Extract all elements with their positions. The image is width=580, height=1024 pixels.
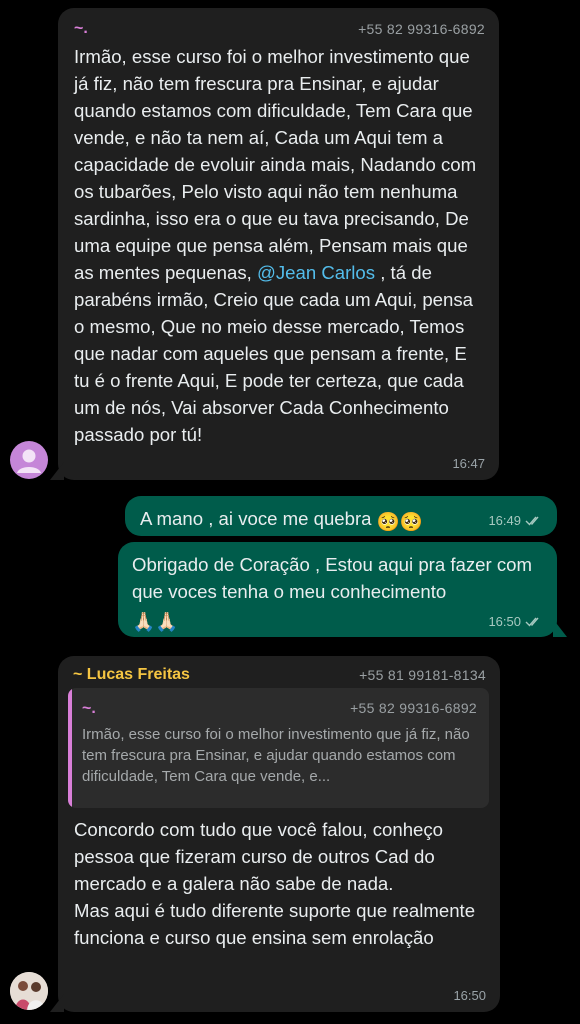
sender-name[interactable]: ~ Lucas Freitas xyxy=(73,666,190,684)
quote-sender-phone: +55 82 99316-6892 xyxy=(350,700,477,716)
message-bubble-outgoing[interactable]: A mano , ai voce me quebra 🥺🥺 16:49 xyxy=(125,496,557,536)
sender-name[interactable]: ~. xyxy=(74,20,88,38)
double-check-icon xyxy=(525,617,539,627)
quote-accent-bar xyxy=(68,688,72,808)
mention-link[interactable]: @Jean Carlos xyxy=(257,262,375,283)
message-text-part: A mano , ai voce me quebra xyxy=(140,508,372,529)
message-text: Irmão, esse curso foi o melhor investime… xyxy=(74,43,485,448)
quote-text: Irmão, esse curso foi o melhor investime… xyxy=(82,726,470,785)
double-check-icon xyxy=(525,516,539,526)
message-text-part: Irmão, esse curso foi o melhor investime… xyxy=(74,46,482,283)
message-bubble-outgoing[interactable]: Obrigado de Coração , Estou aqui pra faz… xyxy=(118,542,557,637)
avatar[interactable] xyxy=(10,441,48,479)
message-text-part: Obrigado de Coração , Estou aqui pra faz… xyxy=(132,554,538,602)
person-icon xyxy=(17,449,41,473)
message-meta: 16:50 xyxy=(453,988,486,1003)
praying-hands-emoji-icon: 🙏🏻🙏🏻 xyxy=(132,611,179,632)
quote-sender-name: ~. xyxy=(82,700,96,717)
message-time: 16:50 xyxy=(453,988,486,1003)
message-sender-row: ~ Lucas Freitas +55 81 99181-8134 xyxy=(73,664,486,686)
bubble-tail xyxy=(50,462,64,480)
quote-header: ~. +55 82 99316-6892 xyxy=(82,700,477,718)
message-bubble-incoming[interactable]: ~ Lucas Freitas +55 81 99181-8134 ~. +55… xyxy=(58,656,500,1012)
message-time: 16:49 xyxy=(488,513,521,528)
message-time: 16:47 xyxy=(452,456,485,471)
message-text-part: , tá de parabéns irmão, Creio que cada u… xyxy=(74,262,479,445)
quoted-message[interactable]: ~. +55 82 99316-6892 Irmão, esse curso f… xyxy=(68,688,489,808)
message-text: Obrigado de Coração , Estou aqui pra faz… xyxy=(132,551,543,635)
message-sender-row: ~. +55 82 99316-6892 xyxy=(74,18,485,40)
avatar[interactable] xyxy=(10,972,48,1010)
bubble-tail xyxy=(553,619,567,637)
message-text: Concordo com tudo que você falou, conheç… xyxy=(74,819,476,948)
sender-phone: +55 82 99316-6892 xyxy=(358,21,485,37)
message-meta: 16:50 xyxy=(488,614,543,629)
bubble-tail xyxy=(50,994,64,1012)
message-bubble-incoming[interactable]: ~. +55 82 99316-6892 Irmão, esse curso f… xyxy=(58,8,499,480)
message-text: A mano , ai voce me quebra 🥺🥺 xyxy=(140,505,543,535)
pleading-face-emoji-icon: 🥺🥺 xyxy=(376,511,424,532)
sender-phone: +55 81 99181-8134 xyxy=(359,667,486,683)
profile-photo-icon xyxy=(10,972,48,1010)
message-meta: 16:47 xyxy=(452,456,485,471)
message-meta: 16:49 xyxy=(488,513,543,528)
message-time: 16:50 xyxy=(488,614,521,629)
